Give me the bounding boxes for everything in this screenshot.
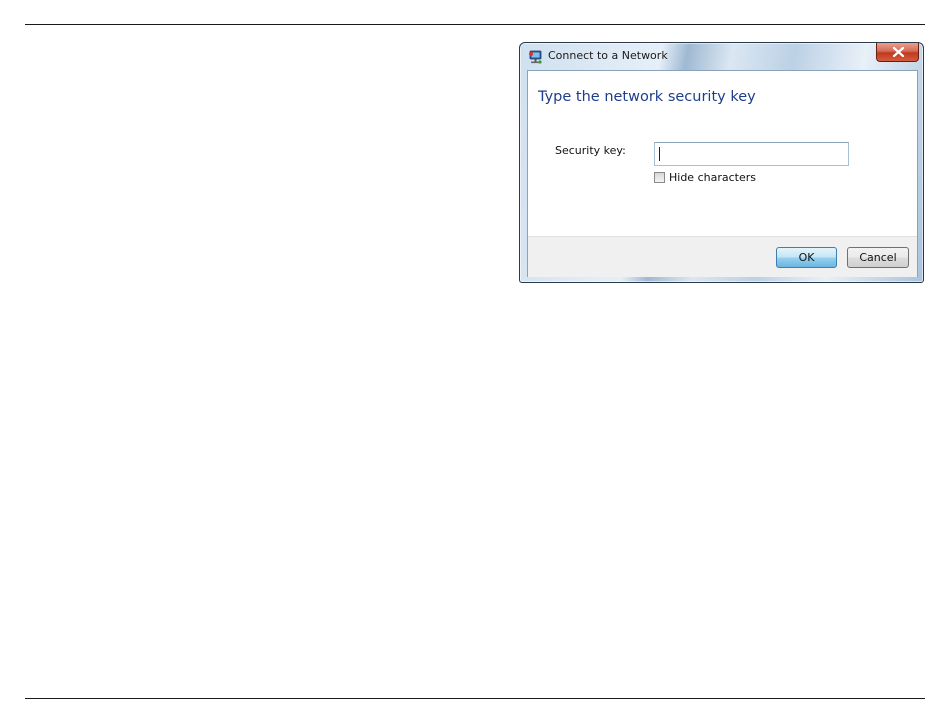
dialog-footer: OK Cancel xyxy=(528,236,917,277)
ok-button[interactable]: OK xyxy=(776,247,837,268)
top-divider xyxy=(25,24,925,25)
main-instruction: Type the network security key xyxy=(538,89,756,105)
dialog-titlebar[interactable]: Connect to a Network xyxy=(520,43,923,71)
security-key-input[interactable] xyxy=(654,142,849,166)
hide-characters-label[interactable]: Hide characters xyxy=(669,171,756,184)
close-icon xyxy=(892,47,905,57)
dialog-content: Type the network security key Security k… xyxy=(527,70,918,277)
dialog-title: Connect to a Network xyxy=(548,49,668,62)
text-caret xyxy=(659,147,660,161)
hide-characters-checkbox[interactable] xyxy=(654,172,665,183)
bottom-divider xyxy=(25,698,925,699)
security-key-label: Security key: xyxy=(555,144,626,157)
connect-to-network-dialog: Connect to a Network Type the network se… xyxy=(519,42,924,283)
network-icon xyxy=(528,50,543,65)
cancel-button[interactable]: Cancel xyxy=(847,247,909,268)
close-button[interactable] xyxy=(876,43,919,62)
